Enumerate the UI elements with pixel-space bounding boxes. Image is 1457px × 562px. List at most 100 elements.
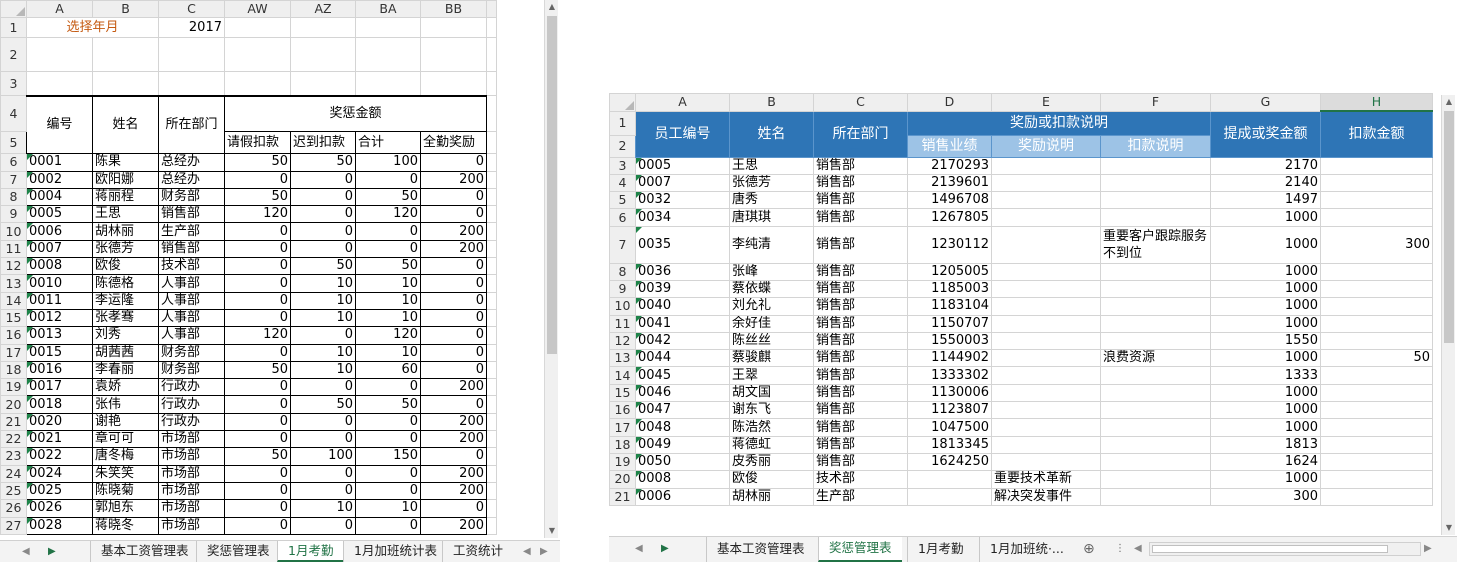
scroll-up-icon[interactable]: ▲ <box>545 0 559 14</box>
table-cell[interactable]: 0 <box>355 464 421 483</box>
col-header[interactable]: AW <box>224 0 291 19</box>
table-cell[interactable]: 陈德格 <box>92 274 159 293</box>
table-cell[interactable] <box>1320 401 1433 420</box>
row-header[interactable]: 23 <box>0 447 27 466</box>
table-cell[interactable]: 1000 <box>1210 314 1321 333</box>
table-cell[interactable]: 0 <box>224 378 291 397</box>
table-cell[interactable]: 0 <box>224 464 291 483</box>
table-cell[interactable]: 0 <box>290 222 356 241</box>
table-cell[interactable]: 销售部 <box>813 452 908 472</box>
table-cell[interactable]: 销售部 <box>813 297 908 316</box>
table-cell[interactable]: 唐冬梅 <box>92 447 159 466</box>
table-cell[interactable]: 0 <box>290 412 356 432</box>
table-cell[interactable]: 0 <box>355 239 421 259</box>
table-cell[interactable] <box>907 470 992 489</box>
table-cell[interactable] <box>991 156 1101 175</box>
table-cell[interactable] <box>991 225 1101 264</box>
table-cell[interactable]: 0002 <box>26 170 93 189</box>
table-cell[interactable]: 0007 <box>635 173 730 193</box>
table-cell[interactable]: 销售部 <box>813 262 908 281</box>
table-cell[interactable]: 0 <box>355 430 421 449</box>
table-cell[interactable]: 销售部 <box>813 383 908 403</box>
scroll-thumb[interactable] <box>1444 111 1454 343</box>
col-header[interactable]: AZ <box>290 0 356 19</box>
row-header[interactable]: 21 <box>609 487 636 506</box>
table-cell[interactable]: 10 <box>290 308 356 328</box>
table-cell[interactable]: 0 <box>420 360 487 380</box>
table-cell[interactable] <box>1100 487 1211 506</box>
table-cell[interactable]: 0 <box>224 395 291 414</box>
table-cell[interactable]: 王翠 <box>729 366 814 385</box>
table-cell[interactable]: 2170 <box>1210 156 1321 175</box>
table-cell[interactable]: 0 <box>224 257 291 276</box>
table-cell[interactable]: 200 <box>420 239 487 259</box>
table-cell[interactable]: 1497 <box>1210 191 1321 210</box>
table-cell[interactable]: 200 <box>420 464 487 483</box>
table-cell[interactable]: 1150707 <box>907 314 992 333</box>
table-cell[interactable]: 0041 <box>635 314 730 333</box>
row-header[interactable]: 1 <box>609 110 636 136</box>
table-cell[interactable]: 胡林丽 <box>92 222 159 241</box>
table-cell[interactable] <box>991 349 1101 368</box>
table-cell[interactable]: 0 <box>355 412 421 432</box>
table-cell[interactable]: 销售部 <box>813 401 908 420</box>
table-cell[interactable]: 朱笑笑 <box>92 464 159 483</box>
row-header[interactable]: 7 <box>0 170 27 189</box>
table-cell[interactable]: 生产部 <box>158 222 225 241</box>
table-cell[interactable]: 刘秀 <box>92 326 159 345</box>
table-cell[interactable]: 0036 <box>635 262 730 281</box>
table-cell[interactable] <box>991 314 1101 333</box>
table-cell[interactable]: 余好佳 <box>729 314 814 333</box>
table-cell[interactable]: 陈果 <box>92 153 159 172</box>
table-cell[interactable] <box>991 191 1101 210</box>
table-cell[interactable]: 0013 <box>26 326 93 345</box>
table-cell[interactable]: 50 <box>290 395 356 414</box>
tab-salary-stats[interactable]: 工资统计 <box>442 541 518 562</box>
table-cell[interactable]: 0 <box>290 516 356 535</box>
table-cell[interactable] <box>1100 452 1211 472</box>
table-cell[interactable]: 销售部 <box>813 225 908 264</box>
table-cell[interactable]: 50 <box>290 153 356 172</box>
row-header[interactable]: 3 <box>0 71 27 97</box>
table-cell[interactable]: 张峰 <box>729 262 814 281</box>
table-cell[interactable]: 销售部 <box>813 191 908 210</box>
table-cell[interactable]: 蒋晓冬 <box>92 516 159 535</box>
col-header[interactable]: BB <box>420 0 487 19</box>
table-cell[interactable]: 张德芳 <box>92 239 159 259</box>
table-cell[interactable]: 10 <box>290 274 356 293</box>
table-cell[interactable]: 0 <box>420 395 487 414</box>
row-header[interactable]: 15 <box>609 383 636 403</box>
row-header[interactable]: 13 <box>609 349 636 368</box>
right-vertical-scrollbar[interactable]: ▲ ▼ <box>1441 95 1455 535</box>
table-cell[interactable] <box>1320 366 1433 385</box>
row-header[interactable]: 20 <box>0 395 27 414</box>
row-header[interactable]: 1 <box>0 17 27 39</box>
table-cell[interactable]: 0 <box>224 308 291 328</box>
table-cell[interactable]: 销售部 <box>813 314 908 333</box>
table-cell[interactable]: 200 <box>420 222 487 241</box>
table-cell[interactable]: 0006 <box>635 487 730 506</box>
table-cell[interactable]: 0011 <box>26 291 93 310</box>
tab-reward-penalty[interactable]: 奖惩管理表 <box>818 537 902 562</box>
hscroll-right-icon[interactable]: ▶ <box>1424 537 1432 561</box>
table-cell[interactable]: 0035 <box>635 225 730 264</box>
table-cell[interactable]: 50 <box>224 153 291 172</box>
row-header[interactable]: 3 <box>609 156 636 175</box>
table-cell[interactable] <box>1100 191 1211 210</box>
table-cell[interactable] <box>1320 208 1433 227</box>
table-cell[interactable] <box>991 418 1101 437</box>
table-cell[interactable]: 0 <box>224 516 291 535</box>
table-cell[interactable]: 0032 <box>635 191 730 210</box>
tab-nav-left-icon[interactable]: ◀ <box>22 541 30 562</box>
table-cell[interactable]: 谢艳 <box>92 412 159 432</box>
row-header[interactable]: 8 <box>609 262 636 281</box>
table-cell[interactable]: 行政办 <box>158 378 225 397</box>
table-cell[interactable]: 0 <box>355 481 421 501</box>
hscroll-thumb[interactable] <box>1152 545 1388 553</box>
table-cell[interactable]: 财务部 <box>158 360 225 380</box>
table-cell[interactable]: 人事部 <box>158 274 225 293</box>
table-cell[interactable]: 0 <box>224 430 291 449</box>
scroll-down-icon[interactable]: ▼ <box>1442 521 1456 535</box>
table-cell[interactable]: 财务部 <box>158 187 225 207</box>
table-cell[interactable] <box>1100 156 1211 175</box>
